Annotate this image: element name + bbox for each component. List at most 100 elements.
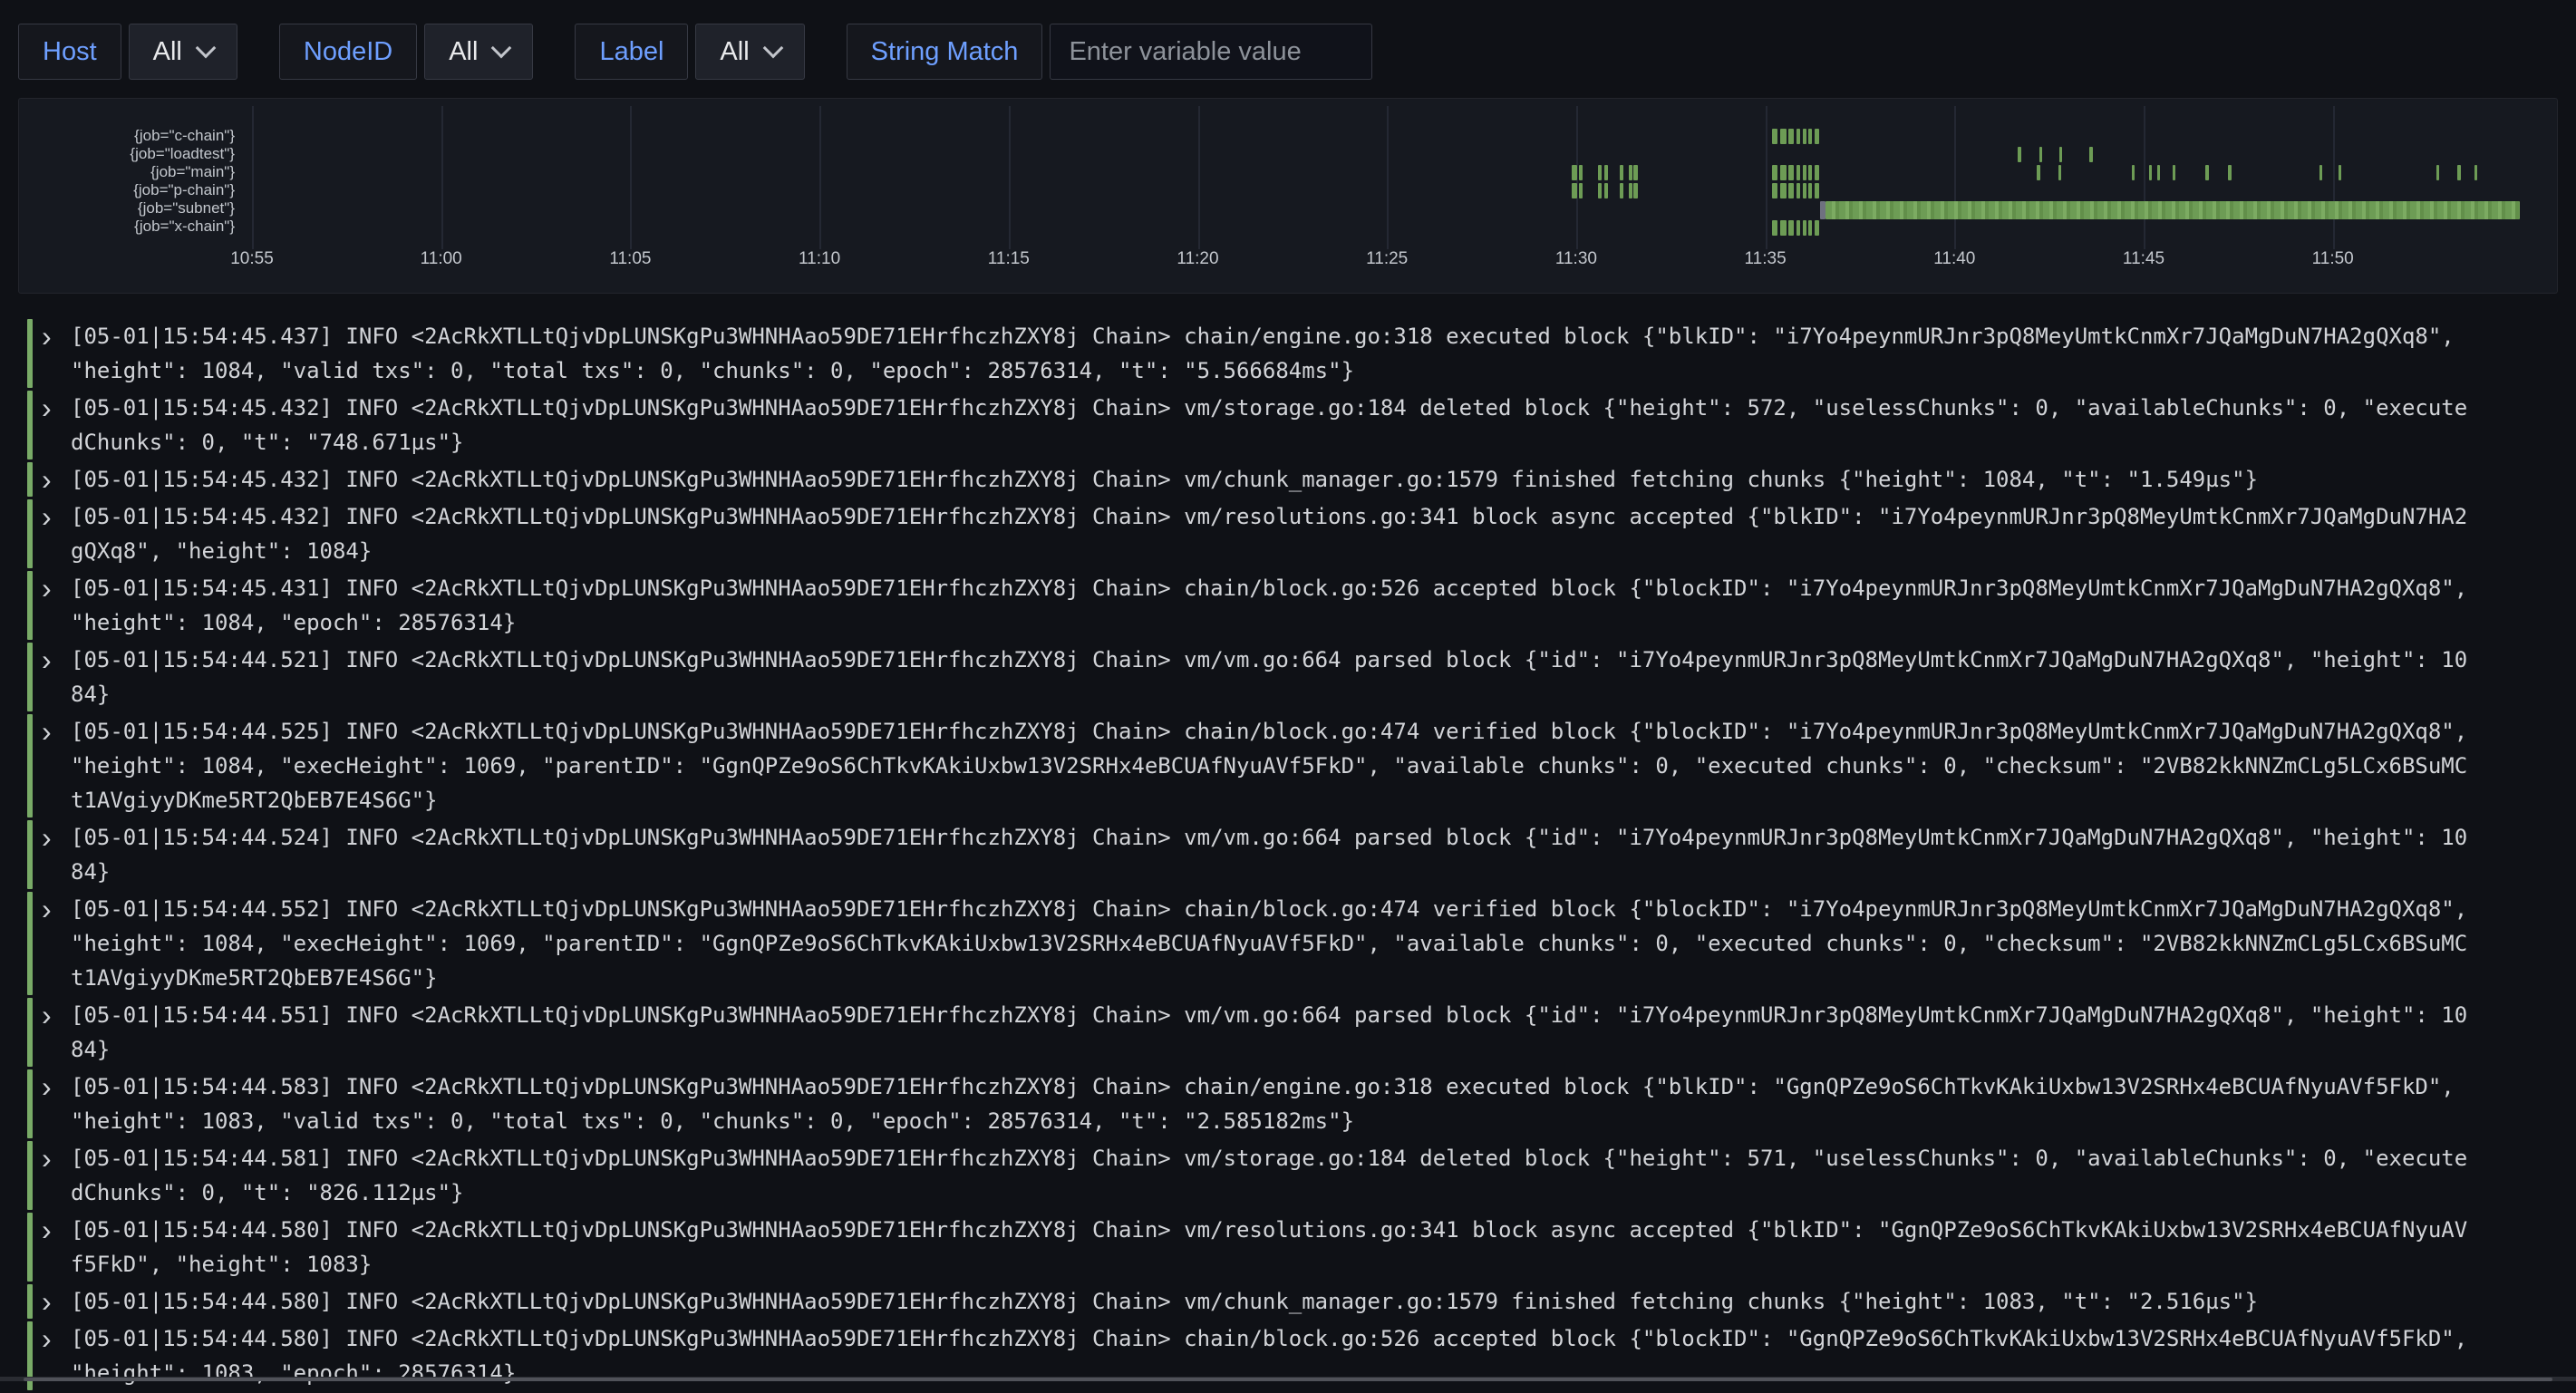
variable-value-dropdown-host[interactable]: All: [129, 24, 237, 80]
log-row[interactable]: ›[05-01|15:54:44.521] INFO <2AcRkXTLLtQj…: [27, 643, 2552, 711]
log-level-indicator-info: [27, 820, 33, 889]
log-line: [05-01|15:54:45.437] INFO <2AcRkXTLLtQjv…: [71, 319, 2552, 353]
log-row[interactable]: › [05-01|15:54:45.437] INFO <2AcRkXTLLtQj…: [27, 319, 2552, 388]
string-match-input[interactable]: [1050, 24, 1372, 80]
volume-mark: [1598, 183, 1602, 198]
log-row[interactable]: › [05-01|15:54:44.580] INFO <2AcRkXTLLtQj…: [27, 1213, 2552, 1282]
x-gridline: [252, 106, 254, 249]
log-line: [05-01|15:54:44.580] INFO <2AcRkXTLLtQjv…: [71, 1213, 2552, 1247]
expand-log-chevron-icon[interactable]: ›: [42, 319, 62, 388]
expand-log-chevron-icon[interactable]: ›: [42, 1141, 62, 1210]
log-line: "height": 1084, "execHeight": 1069, "par…: [71, 926, 2552, 961]
volume-mark: [1772, 220, 1777, 236]
log-row[interactable]: › [05-01|15:54:44.552] INFO <2AcRkXTLLtQj…: [27, 892, 2552, 995]
volume-mark: [2018, 147, 2020, 162]
log-line: "height": 1084, "epoch": 28576314}: [71, 605, 2552, 640]
expand-log-chevron-icon[interactable]: ›: [42, 1284, 62, 1319]
log-level-indicator-info: [27, 998, 33, 1067]
expand-log-chevron-icon[interactable]: ›: [42, 892, 62, 995]
volume-mark: [1772, 129, 1777, 144]
log-level-indicator-info: [27, 462, 33, 497]
variable-label-host: Host: [18, 24, 121, 80]
expand-log-chevron-icon[interactable]: ›: [42, 820, 62, 889]
volume-mark: [1579, 165, 1583, 180]
x-gridline: [441, 106, 443, 249]
scrollbar-thumb[interactable]: [24, 1378, 2552, 1381]
expand-log-chevron-icon[interactable]: ›: [42, 998, 62, 1067]
log-message: [05-01|15:54:44.551] INFO <2AcRkXTLLtQjv…: [71, 998, 2552, 1067]
log-line: [05-01|15:54:44.524] INFO <2AcRkXTLLtQjv…: [71, 820, 2552, 855]
expand-log-chevron-icon[interactable]: ›: [42, 462, 62, 497]
log-volume-panel[interactable]: {job="c-chain"} {job="loadtest"} {job="m…: [18, 98, 2558, 294]
log-row[interactable]: › [05-01|15:54:44.551] INFO <2AcRkXTLLtQj…: [27, 998, 2552, 1067]
chevron-down-icon: [762, 38, 783, 59]
expand-log-chevron-icon[interactable]: ›: [42, 499, 62, 568]
expand-log-chevron-icon[interactable]: ›: [42, 571, 62, 640]
volume-mark: [1796, 183, 1800, 198]
log-lines-panel: › [05-01|15:54:45.437] INFO <2AcRkXTLLtQj…: [27, 319, 2552, 1393]
log-message: [05-01|15:54:44.580] INFO <2AcRkXTLLtQjv…: [71, 1213, 2552, 1282]
volume-mark: [2039, 147, 2042, 162]
log-row[interactable]: ›[05-01|15:54:44.581] INFO <2AcRkXTLLtQj…: [27, 1141, 2552, 1210]
log-level-indicator-info: [27, 643, 33, 711]
variable-value-dropdown-nodeid[interactable]: All: [424, 24, 533, 80]
x-tick-label: 11:00: [387, 249, 496, 269]
volume-mark: [2173, 165, 2175, 180]
log-level-indicator-info: [27, 391, 33, 459]
expand-log-chevron-icon[interactable]: ›: [42, 1069, 62, 1138]
volume-mark: [1815, 183, 1819, 198]
variable-group-host: HostAll: [18, 24, 237, 80]
volume-mark: [1808, 129, 1812, 144]
x-gridline: [2144, 106, 2145, 249]
volume-mark: [1604, 165, 1608, 180]
expand-log-chevron-icon[interactable]: ›: [42, 1213, 62, 1282]
x-tick-label: 11:30: [1522, 249, 1631, 269]
log-row[interactable]: › [05-01|15:54:44.580] INFO <2AcRkXTLLtQj…: [27, 1284, 2552, 1319]
log-line: "height": 1083, "valid txs": 0, "total t…: [71, 1104, 2552, 1138]
x-gridline: [630, 106, 632, 249]
volume-mark: [1796, 220, 1800, 236]
log-row[interactable]: › [05-01|15:54:44.524] INFO <2AcRkXTLLtQj…: [27, 820, 2552, 889]
expand-log-chevron-icon[interactable]: ›: [42, 643, 62, 711]
volume-mark: [1788, 129, 1795, 144]
log-line: t1AVgiyyDKme5RT2QbEB7E4S6G"}: [71, 783, 2552, 817]
log-row[interactable]: ›[05-01|15:54:45.432] INFO <2AcRkXTLLtQj…: [27, 462, 2552, 497]
log-line: [05-01|15:54:44.552] INFO <2AcRkXTLLtQjv…: [71, 892, 2552, 926]
volume-mark: [1604, 183, 1608, 198]
log-row[interactable]: ›[05-01|15:54:44.583] INFO <2AcRkXTLLtQj…: [27, 1069, 2552, 1138]
log-line: [05-01|15:54:45.432] INFO <2AcRkXTLLtQjv…: [71, 391, 2552, 425]
horizontal-scrollbar[interactable]: [0, 1377, 2576, 1381]
volume-mark: [2157, 165, 2160, 180]
volume-mark: [2319, 165, 2322, 180]
variable-value-dropdown-label[interactable]: All: [695, 24, 804, 80]
log-row[interactable]: ›[05-01|15:54:44.525] INFO <2AcRkXTLLtQj…: [27, 714, 2552, 817]
dashboard-variables-toolbar: HostAllNodeIDAllLabelAll String Match: [18, 24, 1414, 80]
log-row[interactable]: › [05-01|15:54:45.432] INFO <2AcRkXTLLtQj…: [27, 391, 2552, 459]
log-line: [05-01|15:54:45.431] INFO <2AcRkXTLLtQjv…: [71, 571, 2552, 605]
log-line: "height": 1083, "epoch": 28576314}: [71, 1356, 2552, 1390]
log-line: [05-01|15:54:44.551] INFO <2AcRkXTLLtQjv…: [71, 998, 2552, 1032]
log-level-indicator-info: [27, 1069, 33, 1138]
volume-mark: [1633, 165, 1638, 180]
volume-mark: [1803, 220, 1806, 236]
expand-log-chevron-icon[interactable]: ›: [42, 714, 62, 817]
volume-mark: [1825, 201, 2521, 219]
log-line: 84}: [71, 855, 2552, 889]
volume-mark: [1772, 165, 1777, 180]
volume-mark: [2339, 165, 2341, 180]
log-line: [05-01|15:54:44.580] INFO <2AcRkXTLLtQjv…: [71, 1284, 2552, 1319]
log-message: [05-01|15:54:44.521] INFO <2AcRkXTLLtQjv…: [71, 643, 2552, 711]
volume-mark: [1803, 183, 1806, 198]
x-tick-label: 11:20: [1144, 249, 1253, 269]
log-row[interactable]: › [05-01|15:54:45.431] INFO <2AcRkXTLLtQj…: [27, 571, 2552, 640]
x-gridline: [819, 106, 821, 249]
volume-mark: [1815, 129, 1819, 144]
expand-log-chevron-icon[interactable]: ›: [42, 391, 62, 459]
x-tick-label: 11:25: [1332, 249, 1441, 269]
volume-mark: [1820, 201, 1825, 219]
chevron-down-icon: [196, 38, 217, 59]
volume-mark: [2228, 165, 2231, 180]
log-row[interactable]: ›[05-01|15:54:45.432] INFO <2AcRkXTLLtQj…: [27, 499, 2552, 568]
log-line: "height": 1084, "execHeight": 1069, "par…: [71, 749, 2552, 783]
x-tick-label: 11:45: [2089, 249, 2198, 269]
